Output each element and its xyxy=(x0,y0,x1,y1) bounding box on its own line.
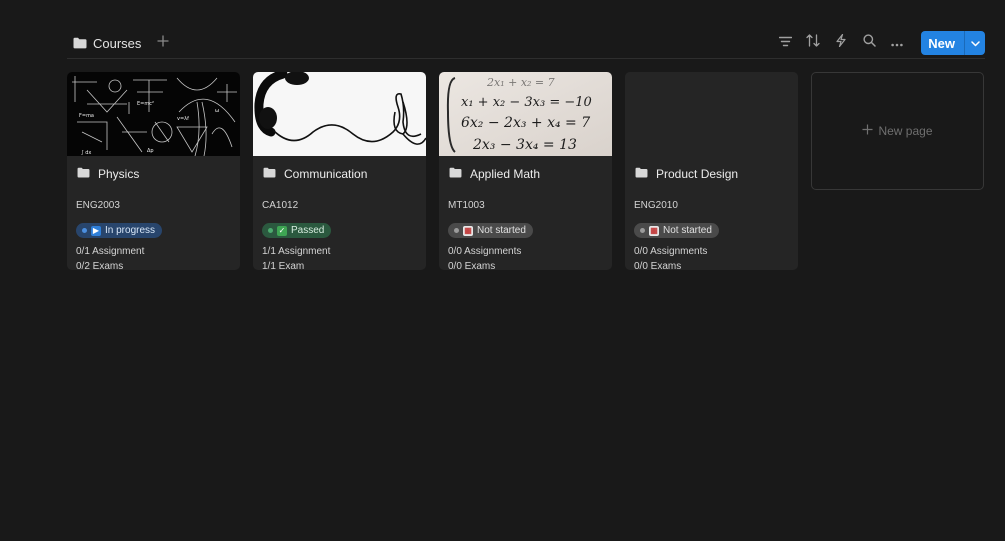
view-tabs: Courses xyxy=(67,29,173,57)
chevron-down-icon xyxy=(970,34,980,52)
svg-text:E=mc²: E=mc² xyxy=(137,101,154,107)
svg-text:∫ dx: ∫ dx xyxy=(81,150,91,156)
svg-text:F=ma: F=ma xyxy=(79,113,94,119)
card-title-text: Physics xyxy=(98,167,140,181)
search-icon xyxy=(863,34,876,52)
exams-count: 0/2 Exams xyxy=(76,261,124,270)
new-button[interactable]: New xyxy=(921,31,964,55)
check-icon: ✓ xyxy=(277,225,287,236)
calendar-icon: ▦ xyxy=(463,225,473,236)
folder-icon xyxy=(77,167,90,181)
play-icon: ▶ xyxy=(91,225,101,236)
status-label: In progress xyxy=(105,225,156,236)
card-body: Physics ENG2003 ▶ In progress 0/1 Assign… xyxy=(67,156,240,270)
svg-text:2x₃ − 3x₄ = 13: 2x₃ − 3x₄ = 13 xyxy=(472,137,577,153)
filter-icon xyxy=(778,34,792,52)
svg-text:ω: ω xyxy=(215,108,219,114)
view-tab-label: Courses xyxy=(93,35,142,51)
folder-icon xyxy=(73,37,87,49)
chalkboard-physics-cover: F=ma E=mc² v=λf ∫ dx Δp ω xyxy=(67,72,240,156)
status-badge: ✓ Passed xyxy=(262,223,332,238)
exams-count: 1/1 Exam xyxy=(262,261,305,270)
exams-count: 0/0 Exams xyxy=(448,261,496,270)
svg-text:Δp: Δp xyxy=(147,148,154,154)
add-view-button[interactable] xyxy=(153,33,173,53)
card-body: Product Design ENG2010 ▦ Not started 0/0… xyxy=(625,156,798,270)
status-label: Not started xyxy=(477,225,526,236)
new-page-label: New page xyxy=(878,124,933,138)
course-code: MT1003 xyxy=(448,200,485,211)
card-title: Applied Math xyxy=(448,166,603,182)
status-dot xyxy=(640,228,645,233)
assignments-count: 1/1 Assignment xyxy=(262,246,331,257)
status-label: Not started xyxy=(663,225,712,236)
gallery-card-applied-math[interactable]: 2x₁ + x₂ = 7 x₁ + x₂ − 3x₃ = −10 6x₂ − 2… xyxy=(439,72,612,270)
course-code: CA1012 xyxy=(262,200,299,211)
assignments-count: 0/0 Assignments xyxy=(448,246,522,257)
gallery-card-physics[interactable]: F=ma E=mc² v=λf ∫ dx Δp ω Physics ENG200… xyxy=(67,72,240,270)
svg-text:x₁ + x₂ − 3x₃ = −10: x₁ + x₂ − 3x₃ = −10 xyxy=(461,95,592,110)
toolbar-divider xyxy=(67,58,985,59)
card-body: Applied Math MT1003 ▦ Not started 0/0 As… xyxy=(439,156,612,270)
sort-icon xyxy=(806,34,820,52)
card-title: Communication xyxy=(262,166,417,182)
folder-icon xyxy=(449,167,462,181)
new-button-group: New xyxy=(921,31,985,55)
assignments-count: 0/0 Assignments xyxy=(634,246,708,257)
card-title: Physics xyxy=(76,166,231,182)
folder-icon xyxy=(635,167,648,181)
card-title-text: Applied Math xyxy=(470,167,541,181)
view-tab-courses[interactable]: Courses xyxy=(67,29,147,57)
card-title-text: Communication xyxy=(284,167,368,181)
gallery-view: F=ma E=mc² v=λf ∫ dx Δp ω Physics ENG200… xyxy=(67,72,984,270)
card-cover-applied-math: 2x₁ + x₂ = 7 x₁ + x₂ − 3x₃ = −10 6x₂ − 2… xyxy=(439,72,612,156)
new-page-card[interactable]: New page xyxy=(811,72,984,190)
folder-icon xyxy=(263,167,276,181)
svg-text:v=λf: v=λf xyxy=(177,116,189,122)
calendar-icon: ▦ xyxy=(649,225,659,236)
plus-icon xyxy=(862,124,874,138)
toolbar-actions: New xyxy=(773,31,985,55)
more-options-button[interactable] xyxy=(885,31,909,55)
equations-cover: 2x₁ + x₂ = 7 x₁ + x₂ − 3x₃ = −10 6x₂ − 2… xyxy=(439,72,612,156)
status-label: Passed xyxy=(291,225,325,236)
status-dot xyxy=(268,228,273,233)
more-icon xyxy=(891,34,903,52)
status-badge: ▶ In progress xyxy=(76,223,163,238)
assignments-count: 0/1 Assignment xyxy=(76,246,145,257)
card-cover-empty xyxy=(625,72,798,156)
gallery-card-product-design[interactable]: Product Design ENG2010 ▦ Not started 0/0… xyxy=(625,72,798,270)
status-badge: ▦ Not started xyxy=(634,223,719,238)
sort-button[interactable] xyxy=(801,31,825,55)
telephone-cover xyxy=(253,72,426,156)
card-title: Product Design xyxy=(634,166,789,182)
automations-button[interactable] xyxy=(829,31,853,55)
gallery-card-communication[interactable]: Communication CA1012 ✓ Passed 1/1 Assign… xyxy=(253,72,426,270)
svg-text:2x₁ + x₂ = 7: 2x₁ + x₂ = 7 xyxy=(486,76,555,89)
svg-text:6x₂ − 2x₃ + x₄ = 7: 6x₂ − 2x₃ + x₄ = 7 xyxy=(461,115,590,131)
card-body: Communication CA1012 ✓ Passed 1/1 Assign… xyxy=(253,156,426,270)
lightning-icon xyxy=(836,33,846,52)
course-code: ENG2010 xyxy=(634,200,678,211)
status-badge: ▦ Not started xyxy=(448,223,533,238)
status-dot xyxy=(454,228,459,233)
card-cover-physics: F=ma E=mc² v=λf ∫ dx Δp ω xyxy=(67,72,240,156)
filter-button[interactable] xyxy=(773,31,797,55)
new-options-button[interactable] xyxy=(965,31,985,55)
card-title-text: Product Design xyxy=(656,167,739,181)
exams-count: 0/0 Exams xyxy=(634,261,682,270)
plus-icon xyxy=(157,34,169,52)
card-cover-communication xyxy=(253,72,426,156)
status-dot xyxy=(82,228,87,233)
course-code: ENG2003 xyxy=(76,200,120,211)
database-toolbar: Courses New xyxy=(67,29,985,57)
search-button[interactable] xyxy=(857,31,881,55)
